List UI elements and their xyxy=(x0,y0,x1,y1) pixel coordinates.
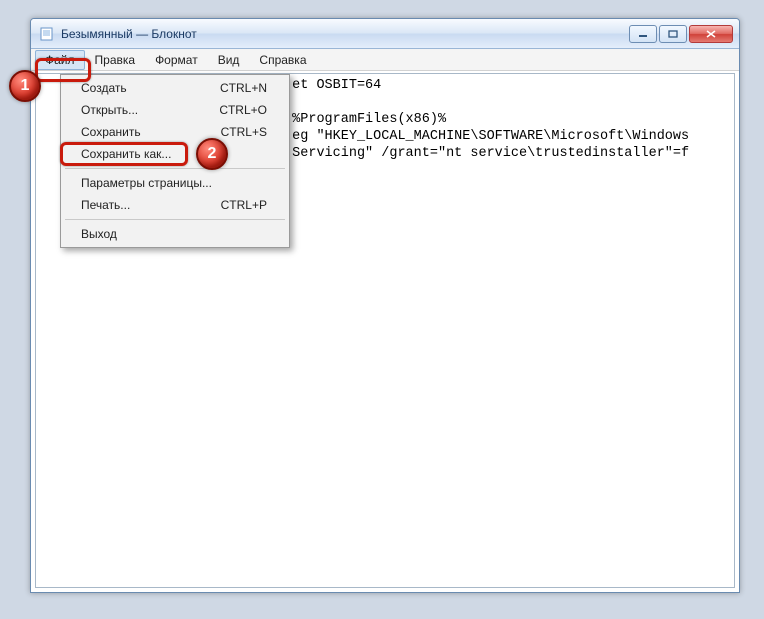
menu-file[interactable]: Файл xyxy=(35,50,85,70)
file-page-setup-label: Параметры страницы... xyxy=(81,176,212,190)
file-open[interactable]: Открыть... CTRL+O xyxy=(63,99,287,121)
file-save-shortcut: CTRL+S xyxy=(221,125,267,139)
file-exit-label: Выход xyxy=(81,227,117,241)
file-new-shortcut: CTRL+N xyxy=(220,81,267,95)
file-exit[interactable]: Выход xyxy=(63,223,287,245)
file-page-setup[interactable]: Параметры страницы... xyxy=(63,172,287,194)
titlebar[interactable]: Безымянный — Блокнот xyxy=(31,19,739,49)
maximize-button[interactable] xyxy=(659,25,687,43)
file-save-as[interactable]: Сохранить как... xyxy=(63,143,287,165)
file-print-label: Печать... xyxy=(81,198,130,212)
annotation-step-1: 1 xyxy=(9,70,41,102)
file-new[interactable]: Создать CTRL+N xyxy=(63,77,287,99)
file-dropdown: Создать CTRL+N Открыть... CTRL+O Сохрани… xyxy=(60,74,290,248)
separator xyxy=(65,219,285,220)
close-button[interactable] xyxy=(689,25,733,43)
file-open-shortcut: CTRL+O xyxy=(219,103,267,117)
window-controls xyxy=(629,25,733,43)
file-save-as-label: Сохранить как... xyxy=(81,147,171,161)
menu-view[interactable]: Вид xyxy=(208,50,250,70)
file-print-shortcut: CTRL+P xyxy=(221,198,267,212)
minimize-button[interactable] xyxy=(629,25,657,43)
menu-format[interactable]: Формат xyxy=(145,50,208,70)
file-print[interactable]: Печать... CTRL+P xyxy=(63,194,287,216)
menubar: Файл Правка Формат Вид Справка xyxy=(31,49,739,71)
file-new-label: Создать xyxy=(81,81,127,95)
file-save[interactable]: Сохранить CTRL+S xyxy=(63,121,287,143)
file-save-label: Сохранить xyxy=(81,125,141,139)
notepad-icon xyxy=(39,26,55,42)
file-open-label: Открыть... xyxy=(81,103,138,117)
menu-edit[interactable]: Правка xyxy=(85,50,146,70)
separator xyxy=(65,168,285,169)
window-title: Безымянный — Блокнот xyxy=(61,27,197,41)
annotation-step-2: 2 xyxy=(196,138,228,170)
menu-help[interactable]: Справка xyxy=(249,50,316,70)
